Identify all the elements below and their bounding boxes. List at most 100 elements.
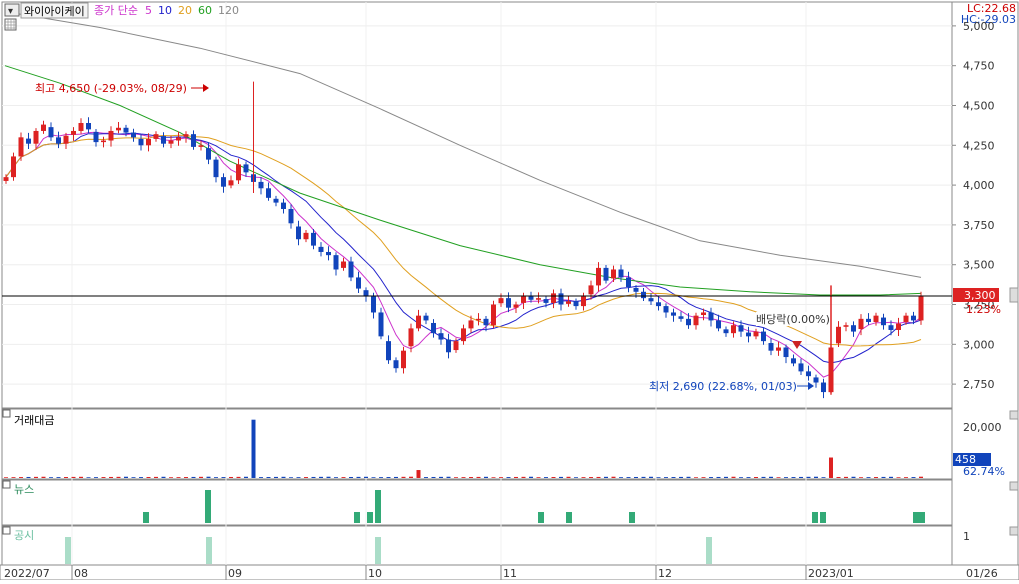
stock-chart: ▾ 와이아이케이 종가 단순 5 10 20 60 120 LC:22.68 HC:-2… (0, 1, 1019, 581)
volume-bar (19, 477, 23, 478)
volume-bar (746, 477, 751, 478)
ma-legend-120: 120 (218, 4, 239, 17)
news-collapse-button[interactable] (1009, 481, 1019, 491)
current-pct: 1.23% (966, 303, 1001, 316)
news-bar (629, 512, 635, 523)
candle-body (813, 377, 819, 383)
news-bar (205, 490, 211, 523)
volume-bar (844, 476, 848, 478)
volume-bar (289, 477, 293, 478)
candle-body (131, 132, 136, 138)
date-label: 10 (368, 567, 382, 580)
candle-body (656, 302, 661, 307)
volume-bar (551, 477, 556, 478)
candle-body (116, 127, 121, 131)
volume-bar (446, 476, 451, 478)
candle-body (468, 320, 474, 329)
volume-bar (604, 476, 608, 478)
volume-bar (799, 476, 803, 478)
volume-bar (866, 477, 871, 478)
candle-body (551, 293, 556, 303)
candle-body (753, 331, 759, 337)
price-tick-label: 4,750 (963, 60, 995, 73)
volume-panel (1, 408, 953, 480)
volume-bar (244, 476, 248, 478)
candle-body (86, 123, 91, 130)
candle-body (828, 347, 834, 393)
volume-collapse-button[interactable] (1009, 410, 1019, 420)
volume-bar (701, 477, 706, 478)
candle-body (558, 293, 564, 305)
candle-body (543, 299, 549, 303)
volume-bar (79, 476, 83, 478)
date-label: 2023/01 (808, 567, 854, 580)
volume-bar (184, 477, 188, 478)
disclosure-panel-menu-icon[interactable] (2, 526, 11, 535)
volume-bar (911, 477, 916, 478)
volume-panel-menu-icon[interactable] (2, 409, 11, 418)
candle-body (176, 137, 181, 141)
candle-body (408, 328, 414, 347)
volume-bar (131, 477, 136, 478)
news-bar (919, 512, 925, 523)
volume-bar (664, 477, 668, 478)
price-tick-label: 3,500 (963, 259, 995, 272)
candle-body (311, 232, 316, 246)
candle-body (611, 269, 616, 279)
volume-bar (64, 477, 68, 478)
candle-body (836, 326, 841, 344)
volume-bar (371, 477, 376, 478)
candle-body (318, 246, 324, 252)
volume-bar (199, 476, 203, 478)
volume-bar (784, 477, 788, 478)
candle-body (768, 343, 774, 351)
volume-bar (821, 477, 826, 478)
candle-body (821, 382, 826, 393)
price-scroll-handle[interactable] (1009, 287, 1019, 303)
candle-body (438, 333, 444, 340)
candle-body (378, 312, 384, 337)
disclosure-tick: 1 (963, 530, 970, 543)
candle-body (446, 339, 451, 353)
volume-bar (791, 477, 796, 478)
menu-icon: ▾ (8, 6, 13, 17)
candle-body (618, 269, 624, 278)
candle-body (423, 315, 429, 321)
volume-bar (394, 476, 398, 478)
volume-bar (349, 476, 353, 478)
news-panel-menu-icon[interactable] (2, 480, 11, 489)
candle-body (641, 291, 646, 299)
candle-body (791, 358, 796, 364)
candle-body (461, 328, 466, 342)
candle-body (581, 296, 586, 307)
volume-bar (814, 476, 818, 478)
candle-body (851, 325, 856, 332)
volume-bar (656, 477, 661, 478)
news-bar (375, 490, 381, 523)
candle-body (183, 134, 189, 137)
volume-bar (491, 477, 496, 478)
disclosure-collapse-button[interactable] (1009, 526, 1019, 536)
dividend-annotation: 배당락(0.00%) (756, 313, 830, 326)
candle-body (386, 341, 391, 361)
volume-bar (476, 476, 481, 478)
volume-bar (626, 477, 631, 478)
candle-body (873, 315, 879, 323)
volume-bar (26, 476, 31, 478)
candle-body (911, 315, 916, 321)
ma-prefix: 종가 단순 (94, 4, 138, 17)
volume-bar (836, 476, 841, 478)
volume-bar (221, 477, 226, 478)
date-label: 08 (74, 567, 88, 580)
candle-body (303, 232, 309, 240)
news-bar (354, 512, 360, 523)
price-tick-label: 5,000 (963, 20, 995, 33)
ma-legend-10: 10 (158, 4, 172, 17)
volume-bar (514, 476, 518, 478)
volume-bar (311, 476, 316, 478)
candle-body (746, 332, 751, 337)
volume-bar (326, 476, 331, 478)
volume-bar (874, 477, 878, 478)
candle-body (243, 164, 249, 173)
disclosure-title: 공시 (14, 529, 34, 542)
